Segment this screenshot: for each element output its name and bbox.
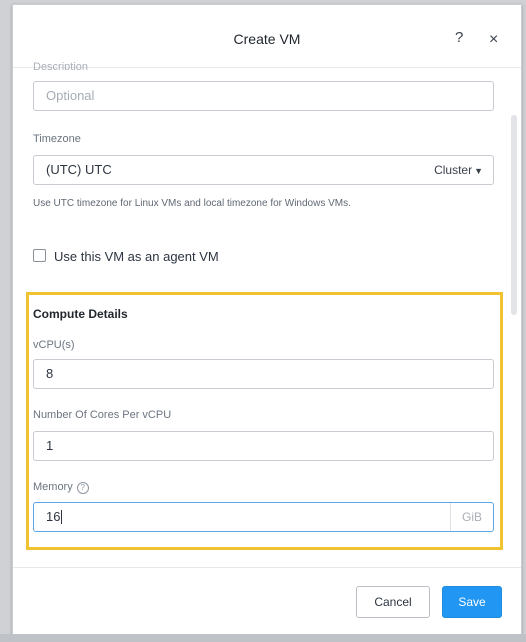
memory-label-row: Memory? bbox=[33, 481, 89, 494]
question-mark-icon[interactable]: ? bbox=[455, 29, 463, 46]
agent-vm-label: Use this VM as an agent VM bbox=[54, 249, 219, 264]
text-cursor bbox=[61, 510, 63, 524]
cores-label: Number Of Cores Per vCPU bbox=[33, 409, 172, 421]
timezone-value: (UTC) UTC bbox=[46, 162, 112, 177]
agent-vm-option[interactable]: Use this VM as an agent VM bbox=[33, 249, 219, 264]
memory-value: 16 bbox=[46, 509, 61, 524]
vcpu-value: 8 bbox=[46, 366, 54, 381]
timezone-select[interactable]: (UTC) UTC Cluster ▼ bbox=[33, 155, 494, 185]
compute-details-title: Compute Details bbox=[33, 307, 128, 321]
cores-input[interactable]: 1 bbox=[33, 431, 494, 461]
memory-input[interactable]: 16 GiB bbox=[33, 502, 494, 532]
timezone-scope-value: Cluster bbox=[434, 163, 473, 177]
memory-label: Memory bbox=[33, 481, 73, 493]
description-input[interactable]: Optional bbox=[33, 81, 494, 111]
cores-value: 1 bbox=[46, 438, 54, 453]
agent-vm-checkbox[interactable] bbox=[33, 249, 46, 262]
dialog-footer: Cancel Save bbox=[13, 567, 521, 635]
vcpu-label: vCPU(s) bbox=[33, 339, 75, 351]
vcpu-input[interactable]: 8 bbox=[33, 359, 494, 389]
close-icon[interactable]: × bbox=[489, 31, 498, 49]
dialog-header: Create VM ? × bbox=[13, 5, 521, 68]
memory-unit: GiB bbox=[450, 503, 493, 531]
timezone-label: Timezone bbox=[33, 133, 81, 145]
dialog-title: Create VM bbox=[233, 31, 301, 47]
description-label: Description bbox=[33, 61, 89, 70]
timezone-hint: Use UTC timezone for Linux VMs and local… bbox=[33, 198, 351, 209]
page-bottom-band bbox=[0, 634, 526, 642]
chevron-down-icon: ▼ bbox=[474, 166, 483, 176]
save-button[interactable]: Save bbox=[442, 586, 502, 618]
cancel-button[interactable]: Cancel bbox=[356, 586, 430, 618]
timezone-scope-dropdown[interactable]: Cluster ▼ bbox=[434, 156, 483, 185]
help-circle-icon[interactable]: ? bbox=[76, 482, 89, 494]
dialog-body: Description Optional Timezone (UTC) UTC … bbox=[13, 61, 521, 567]
create-vm-dialog: Create VM ? × Description Optional Timez… bbox=[12, 4, 522, 636]
description-placeholder: Optional bbox=[46, 88, 95, 103]
dialog-scrollbar[interactable] bbox=[511, 115, 517, 315]
